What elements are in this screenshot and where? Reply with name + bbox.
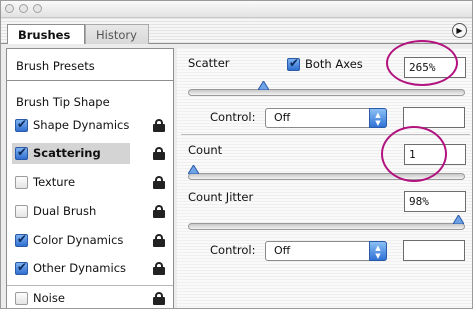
sidebar-item-label: Dual Brush — [33, 204, 97, 218]
count-jitter-control-amount-field[interactable] — [403, 240, 465, 261]
close-dot-icon[interactable] — [5, 4, 14, 13]
sidebar-item-other-dynamics[interactable]: Other Dynamics — [7, 257, 173, 281]
brush-tip-shape-item[interactable]: Brush Tip Shape — [16, 95, 110, 109]
both-axes-label: Both Axes — [305, 57, 363, 71]
sidebar-item-label: Scattering — [33, 146, 101, 160]
lock-icon[interactable] — [153, 119, 165, 132]
lock-icon[interactable] — [153, 262, 165, 275]
lock-icon[interactable] — [153, 205, 165, 218]
color-dynamics-checkbox[interactable] — [15, 232, 28, 247]
sidebar-item-label: Other Dynamics — [33, 261, 127, 275]
count-jitter-control-label: Control: — [210, 243, 256, 257]
sidebar-item-dual-brush[interactable]: Dual Brush — [7, 200, 173, 224]
sidebar-item-label: Color Dynamics — [33, 233, 124, 247]
flyout-menu-icon[interactable]: ▶ — [452, 23, 467, 38]
zoom-dot-icon[interactable] — [33, 4, 42, 13]
count-jitter-value-field[interactable]: 98% — [404, 191, 466, 212]
sidebar-item-label: Shape Dynamics — [33, 118, 130, 132]
sidebar-item-label: Noise — [33, 291, 65, 305]
both-axes-checkbox[interactable] — [287, 56, 300, 71]
texture-checkbox[interactable] — [15, 176, 28, 189]
brush-settings-sidebar: Brush Presets Brush Tip Shape Shape Dyna… — [6, 48, 174, 308]
chevron-updown-icon: ▲ ▼ — [369, 108, 387, 128]
sidebar-item-label: Texture — [33, 175, 76, 189]
count-jitter-control-value: Off — [274, 244, 291, 257]
dual-brush-checkbox[interactable] — [15, 205, 28, 218]
other-dynamics-checkbox[interactable] — [15, 260, 28, 275]
palette-tabs: Brushes History ▶ — [1, 18, 472, 44]
sidebar-divider — [7, 285, 173, 286]
scattering-checkbox[interactable] — [15, 145, 28, 160]
lock-icon[interactable] — [153, 292, 165, 305]
scatter-slider-track[interactable] — [188, 89, 465, 96]
shape-dynamics-checkbox[interactable] — [15, 117, 28, 132]
lock-icon[interactable] — [153, 234, 165, 247]
sidebar-item-texture[interactable]: Texture — [7, 171, 173, 195]
count-jitter-label: Count Jitter — [188, 190, 254, 204]
sidebar-item-shape-dynamics[interactable]: Shape Dynamics — [7, 114, 173, 138]
noise-checkbox[interactable] — [15, 292, 28, 305]
scatter-label: Scatter — [188, 56, 230, 70]
highlight-circle-count — [381, 126, 447, 182]
chevron-updown-icon: ▲ ▼ — [369, 241, 387, 261]
scatter-control-label: Control: — [210, 110, 256, 124]
brushes-palette-window: Brushes History ▶ Brush Presets Brush Ti… — [0, 0, 473, 309]
title-bar — [1, 1, 472, 18]
count-label: Count — [188, 143, 223, 157]
scatter-slider-thumb[interactable] — [258, 81, 269, 90]
brush-presets-item[interactable]: Brush Presets — [7, 49, 173, 81]
scatter-control-select[interactable]: Off ▲ ▼ — [265, 108, 387, 128]
count-jitter-slider-track[interactable] — [188, 223, 465, 230]
sidebar-item-noise[interactable]: Noise — [7, 287, 173, 308]
tab-brushes[interactable]: Brushes — [7, 24, 85, 44]
tab-history[interactable]: History — [85, 24, 149, 44]
lock-icon[interactable] — [153, 147, 165, 160]
count-jitter-control-select[interactable]: Off ▲ ▼ — [265, 241, 387, 261]
scatter-control-value: Off — [274, 111, 291, 124]
minimize-dot-icon[interactable] — [19, 4, 28, 13]
sidebar-item-scattering[interactable]: Scattering — [7, 142, 173, 166]
count-slider-thumb[interactable] — [188, 165, 199, 174]
lock-icon[interactable] — [153, 176, 165, 189]
count-jitter-slider-thumb[interactable] — [453, 215, 464, 224]
sidebar-item-color-dynamics[interactable]: Color Dynamics — [7, 229, 173, 253]
scatter-control-amount-field[interactable] — [403, 107, 465, 128]
highlight-circle-scatter — [386, 40, 458, 86]
